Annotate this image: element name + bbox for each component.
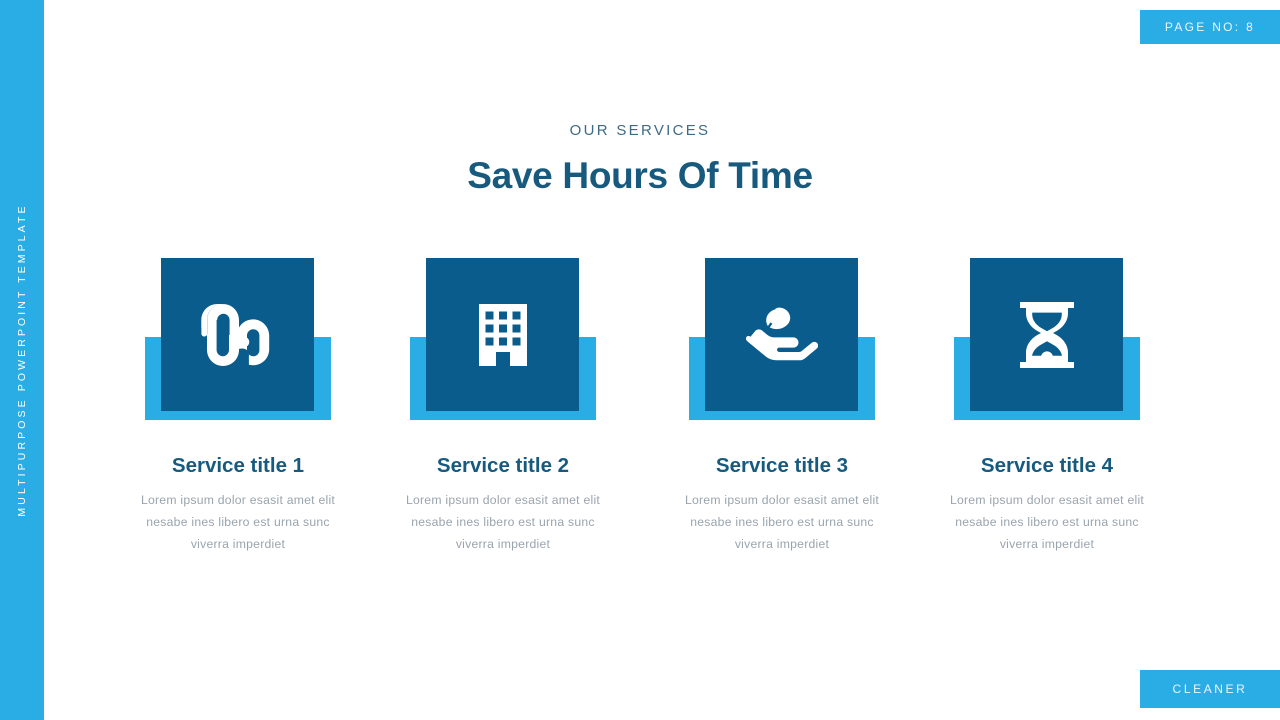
- hand-holding-leaf-icon: [745, 306, 818, 364]
- stumbleupon-icon: [200, 303, 275, 366]
- page-title: Save Hours Of Time: [467, 155, 813, 196]
- page-number-badge: PAGE NO: 8: [1140, 10, 1280, 44]
- building-icon: [478, 303, 527, 366]
- service-card[interactable]: Service title 3 Lorem ipsum dolor esasit…: [685, 258, 879, 588]
- hourglass-icon: [1019, 301, 1074, 368]
- service-card[interactable]: Service title 2 Lorem ipsum dolor esasit…: [406, 258, 600, 588]
- card-icon-tile: [970, 258, 1123, 411]
- card-title: Service title 2: [436, 454, 570, 477]
- service-card[interactable]: Service title 4 Lorem ipsum dolor esasit…: [950, 258, 1144, 588]
- card-description: Lorem ipsum dolor esasit amet elit nesab…: [405, 493, 601, 551]
- sidebar-label: MULTIPURPOSE POWERPOINT TEMPLATE: [16, 203, 28, 517]
- card-description: Lorem ipsum dolor esasit amet elit nesab…: [140, 493, 336, 551]
- card-icon-tile: [161, 258, 314, 411]
- card-description: Lorem ipsum dolor esasit amet elit nesab…: [949, 493, 1145, 551]
- service-card[interactable]: Service title 1 Lorem ipsum dolor esasit…: [141, 258, 335, 588]
- page-number-label: PAGE NO: 8: [1164, 20, 1256, 34]
- card-title: Service title 4: [980, 454, 1114, 477]
- card-icon-tile: [426, 258, 579, 411]
- service-card-grid: Service title 1 Lorem ipsum dolor esasit…: [141, 258, 1145, 588]
- card-description: Lorem ipsum dolor esasit amet elit nesab…: [684, 493, 880, 551]
- section-eyebrow: OUR SERVICES: [569, 122, 711, 139]
- sidebar: MULTIPURPOSE POWERPOINT TEMPLATE: [0, 0, 44, 720]
- card-icon-tile: [705, 258, 858, 411]
- brand-label: CLEANER: [1172, 682, 1248, 696]
- card-title: Service title 3: [715, 454, 849, 477]
- brand-badge: CLEANER: [1140, 670, 1280, 708]
- card-title: Service title 1: [171, 454, 305, 477]
